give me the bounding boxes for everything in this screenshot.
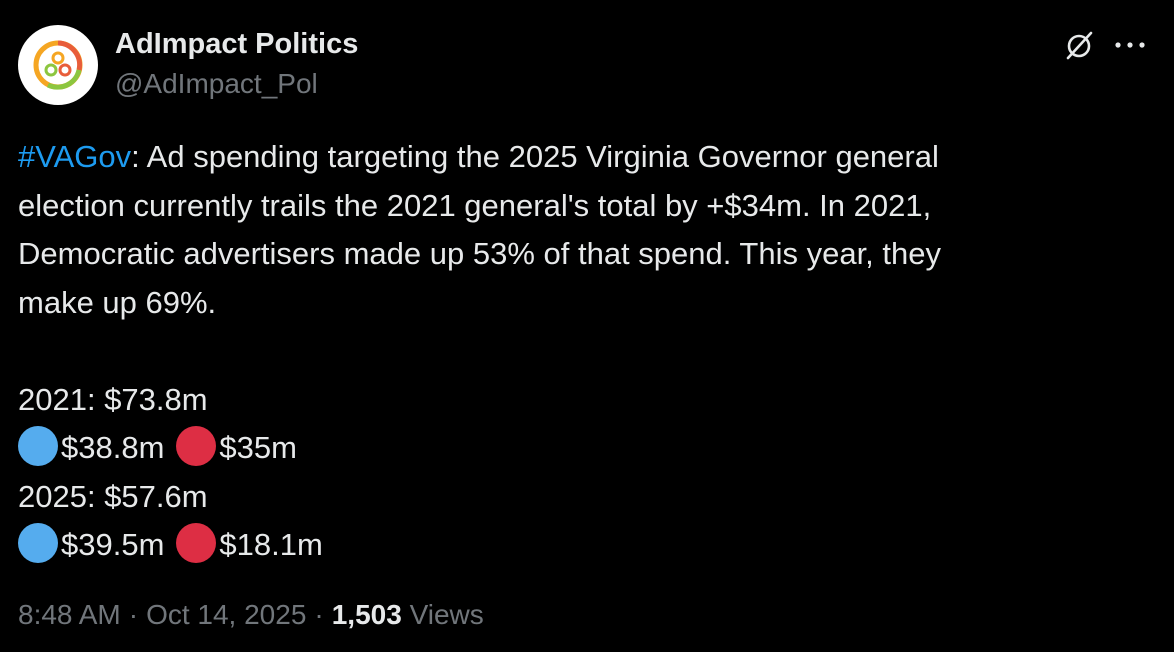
author-handle[interactable]: @AdImpact_Pol: [115, 66, 358, 102]
meta-separator: ·: [314, 599, 324, 630]
tweet-line-3: Democratic advertisers made up 53% of th…: [18, 236, 942, 271]
grok-icon: [1066, 31, 1093, 60]
blue-circle-icon: [18, 426, 58, 466]
year-2021-dem-value: $38.8m: [61, 430, 165, 465]
views-label: Views: [409, 599, 484, 630]
tweet-line-1-text: : Ad spending targeting the 2025 Virgini…: [131, 139, 939, 174]
year-2021-total: 2021: $73.8m: [18, 381, 208, 417]
red-circle-icon: [176, 523, 217, 563]
meta-separator: ·: [128, 599, 139, 630]
more-icon: [1115, 42, 1145, 48]
tweet-line-4: make up 69%.: [18, 284, 217, 320]
red-circle-icon: [176, 426, 217, 466]
more-options-button[interactable]: [1110, 28, 1150, 62]
tweet-time[interactable]: 8:48 AM: [18, 599, 121, 630]
tweet-date[interactable]: Oct 14, 2025: [146, 599, 306, 630]
grok-button[interactable]: [1062, 28, 1096, 62]
year-2025-total: 2025: $57.6m: [18, 478, 208, 514]
adimpact-logo-icon: [33, 40, 83, 90]
views-count: 1,503: [331, 599, 402, 630]
hashtag-link[interactable]: #VAGov: [18, 139, 131, 174]
year-2025-breakdown: $39.5m $18.1m: [18, 521, 1138, 570]
tweet-line-1: #VAGov: Ad spending targeting the 2025 V…: [18, 133, 1138, 182]
year-2021-breakdown: $38.8m $35m: [18, 424, 1138, 473]
year-2025-rep-value: $18.1m: [219, 527, 323, 562]
year-2025-dem-value: $39.5m: [61, 527, 165, 562]
author-display-name[interactable]: AdImpact Politics: [115, 26, 358, 62]
author-info: AdImpact Politics @AdImpact_Pol: [115, 26, 358, 102]
tweet-text: #VAGov: Ad spending targeting the 2025 V…: [18, 133, 1138, 570]
tweet-meta: 8:48 AM · Oct 14, 2025 · 1,503 Views: [18, 597, 484, 633]
avatar[interactable]: [18, 25, 98, 105]
blue-circle-icon: [18, 523, 58, 563]
tweet-line-2: election currently trails the 2021 gener…: [18, 187, 932, 223]
year-2021-rep-value: $35m: [219, 430, 297, 465]
